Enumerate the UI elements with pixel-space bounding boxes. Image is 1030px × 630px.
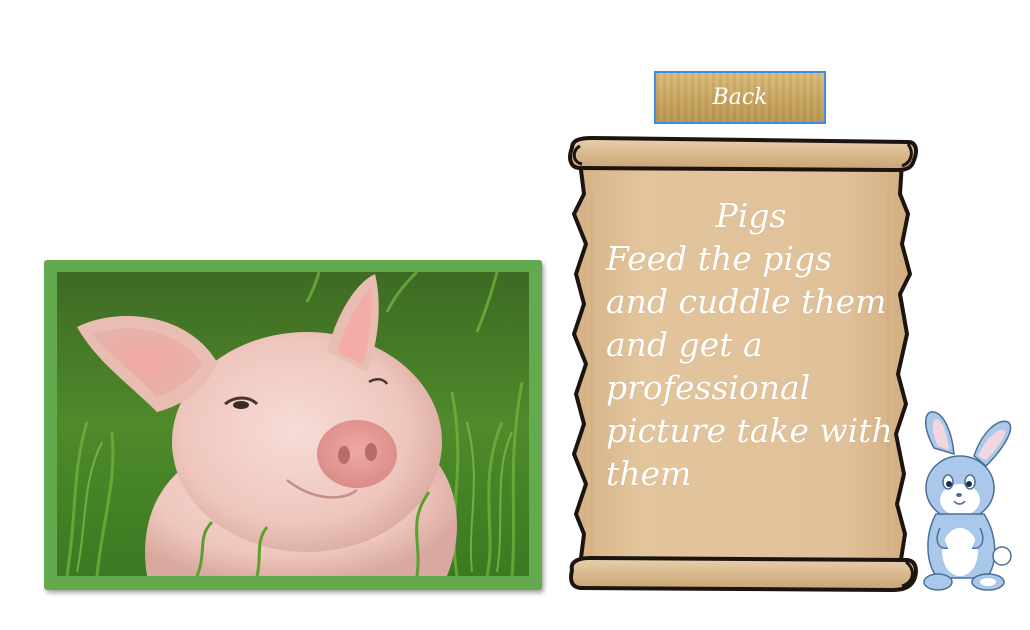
info-scroll: Pigs Feed the pigs and cuddle them and g…	[562, 134, 918, 594]
photo-frame	[44, 260, 542, 590]
pig-photo	[57, 272, 529, 576]
scroll-title: Pigs	[715, 196, 787, 235]
back-button[interactable]: Back	[654, 71, 826, 124]
scroll-description: Feed the pigs and cuddle them and get a …	[606, 239, 893, 493]
bunny-mascot-icon	[923, 411, 1012, 591]
scroll-text: Pigs Feed the pigs and cuddle them and g…	[606, 194, 896, 495]
